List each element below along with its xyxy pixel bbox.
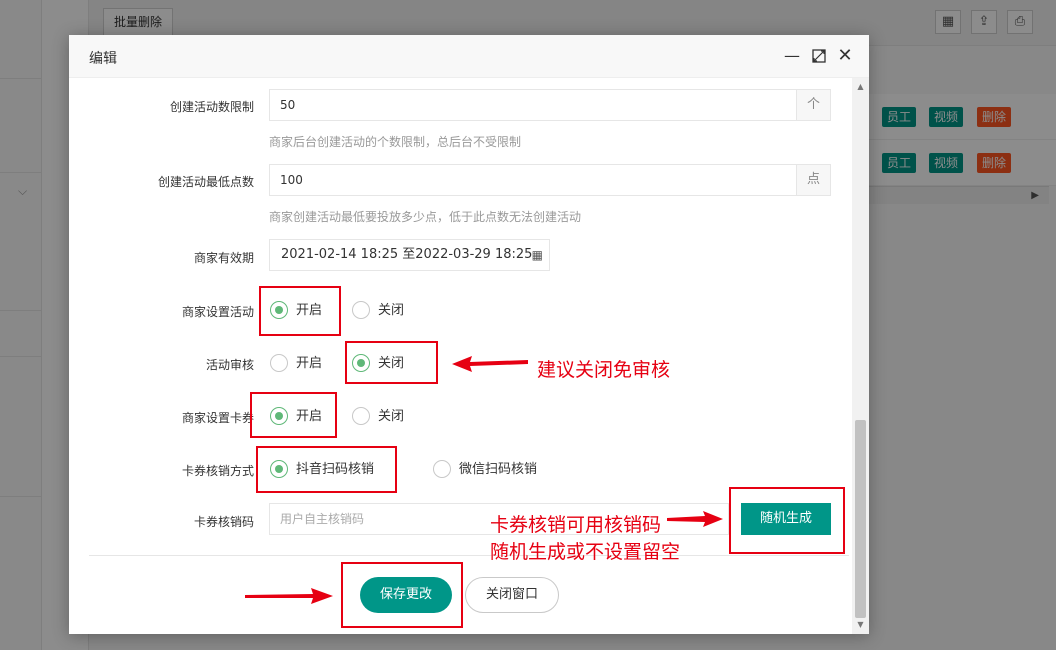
modal-vertical-scrollbar[interactable]: ▲ ▼ bbox=[852, 78, 869, 634]
verify-code-placeholder: 用户自主核销码 bbox=[280, 512, 365, 526]
annotation-arrow-left-icon bbox=[452, 356, 528, 372]
radio-label: 微信扫码核销 bbox=[459, 462, 538, 477]
annotation-arrow-right-icon bbox=[245, 588, 333, 604]
annotation-code-note-line2: 随机生成或不设置留空 bbox=[490, 541, 681, 563]
annotation-arrow-right-icon bbox=[667, 511, 723, 527]
set-coupon-on-radio[interactable]: 开启 bbox=[270, 405, 322, 429]
random-generate-button[interactable]: 随机生成 bbox=[741, 503, 831, 535]
activity-review-label: 活动审核 bbox=[205, 358, 254, 372]
validity-value: 2021-02-14 18:25 至2022-03-29 18:25 bbox=[281, 247, 533, 262]
radio-label: 关闭 bbox=[378, 356, 405, 371]
annotation-code-note-line1: 卡券核销可用核销码 bbox=[490, 514, 662, 536]
footer-divider bbox=[89, 555, 849, 556]
radio-label: 开启 bbox=[296, 409, 323, 424]
radio-label: 开启 bbox=[296, 303, 323, 318]
radio-checked-icon bbox=[270, 300, 288, 319]
radio-label: 关闭 bbox=[378, 409, 405, 424]
activity-limit-help: 商家后台创建活动的个数限制，总后台不受限制 bbox=[269, 135, 522, 149]
validity-date-range[interactable]: 2021-02-14 18:25 至2022-03-29 18:25 ▦ bbox=[269, 239, 550, 271]
activity-limit-label: 创建活动数限制 bbox=[169, 100, 254, 114]
modal-header: 编辑 — ✕ bbox=[69, 35, 869, 78]
activity-review-on-radio[interactable]: 开启 bbox=[270, 352, 322, 376]
annotation-review-note: 建议关闭免审核 bbox=[537, 359, 671, 381]
minimize-icon[interactable]: — bbox=[783, 46, 801, 66]
radio-checked-icon bbox=[270, 406, 288, 425]
radio-unchecked-icon bbox=[433, 459, 451, 478]
validity-label: 商家有效期 bbox=[193, 251, 254, 265]
radio-unchecked-icon bbox=[352, 406, 370, 425]
save-button[interactable]: 保存更改 bbox=[360, 577, 452, 613]
modal-title: 编辑 bbox=[89, 51, 117, 67]
calendar-icon[interactable]: ▦ bbox=[532, 240, 543, 270]
min-points-label: 创建活动最低点数 bbox=[157, 175, 254, 189]
verify-code-label: 卡券核销码 bbox=[193, 515, 254, 529]
activity-limit-unit: 个 bbox=[796, 89, 831, 121]
set-coupon-off-radio[interactable]: 关闭 bbox=[352, 405, 404, 429]
maximize-icon[interactable] bbox=[810, 46, 828, 66]
close-icon[interactable]: ✕ bbox=[836, 46, 854, 66]
verify-method-label: 卡券核销方式 bbox=[181, 464, 254, 478]
set-activity-on-radio[interactable]: 开启 bbox=[270, 299, 322, 323]
verify-wechat-radio[interactable]: 微信扫码核销 bbox=[433, 458, 537, 482]
set-activity-off-radio[interactable]: 关闭 bbox=[352, 299, 404, 323]
activity-limit-input[interactable]: 50 bbox=[269, 89, 797, 121]
set-coupon-label: 商家设置卡券 bbox=[181, 411, 254, 425]
radio-unchecked-icon bbox=[270, 353, 288, 372]
set-activity-label: 商家设置活动 bbox=[181, 305, 254, 319]
min-points-input[interactable]: 100 bbox=[269, 164, 797, 196]
radio-label: 关闭 bbox=[378, 303, 405, 318]
radio-label: 抖音扫码核销 bbox=[296, 462, 375, 477]
scroll-down-icon[interactable]: ▼ bbox=[852, 618, 869, 632]
activity-review-off-radio[interactable]: 关闭 bbox=[352, 352, 404, 376]
min-points-unit: 点 bbox=[796, 164, 831, 196]
radio-label: 开启 bbox=[296, 356, 323, 371]
scrollbar-thumb[interactable] bbox=[855, 420, 866, 618]
scroll-up-icon[interactable]: ▲ bbox=[852, 80, 869, 94]
radio-unchecked-icon bbox=[352, 300, 370, 319]
close-window-button[interactable]: 关闭窗口 bbox=[465, 577, 559, 613]
edit-modal: 编辑 — ✕ 创建活动数限制 50 个 商家后台创建活动的个数限制，总后台不受限… bbox=[69, 35, 869, 634]
min-points-help: 商家创建活动最低要投放多少点，低于此点数无法创建活动 bbox=[269, 210, 582, 224]
radio-checked-icon bbox=[352, 353, 370, 372]
verify-douyin-radio[interactable]: 抖音扫码核销 bbox=[270, 458, 374, 482]
radio-checked-icon bbox=[270, 459, 288, 478]
